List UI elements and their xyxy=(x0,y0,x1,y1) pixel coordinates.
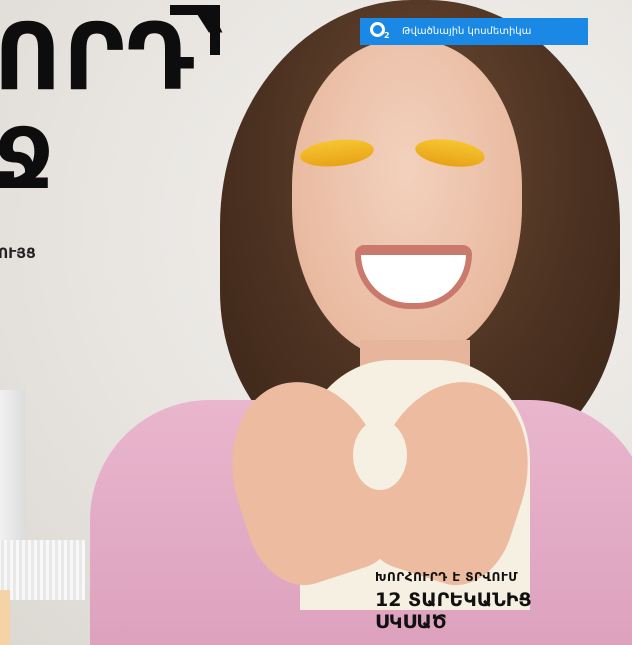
heart-shape xyxy=(353,420,407,490)
o2-logo-icon: 2 xyxy=(370,21,392,43)
brand-banner[interactable]: 2 Թվածնային կոսմետիկա xyxy=(360,18,588,45)
face xyxy=(292,40,522,360)
o2-subscript: 2 xyxy=(384,30,390,40)
o2-ring-icon xyxy=(370,21,385,37)
product-label xyxy=(0,590,10,645)
heart-hands xyxy=(207,361,553,599)
headline-subtitle: ՈՒՅՑ xyxy=(0,246,36,262)
product-cap xyxy=(0,540,85,600)
caption-line-2: 12 ՏԱՐԵԿԱՆԻՑ ՍԿՍԱԾ xyxy=(375,589,532,634)
caption-age: 12 ՏԱՐԵԿԱՆԻՑ xyxy=(375,589,532,611)
age-caption: ԽՈՐՀՈՒՐԴ Է ՏՐՎՈՒՄ 12 ՏԱՐԵԿԱՆԻՑ ՍԿՍԱԾ xyxy=(375,570,532,634)
brand-banner-label: Թվածնային կոսմետիկա xyxy=(402,26,532,37)
corner-mark-icon xyxy=(170,5,220,55)
caption-start: ՍԿՍԱԾ xyxy=(375,610,447,633)
headline-line-2: Ջ xyxy=(0,110,54,208)
caption-line-1: ԽՈՐՀՈՒՐԴ Է ՏՐՎՈՒՄ xyxy=(375,570,519,584)
